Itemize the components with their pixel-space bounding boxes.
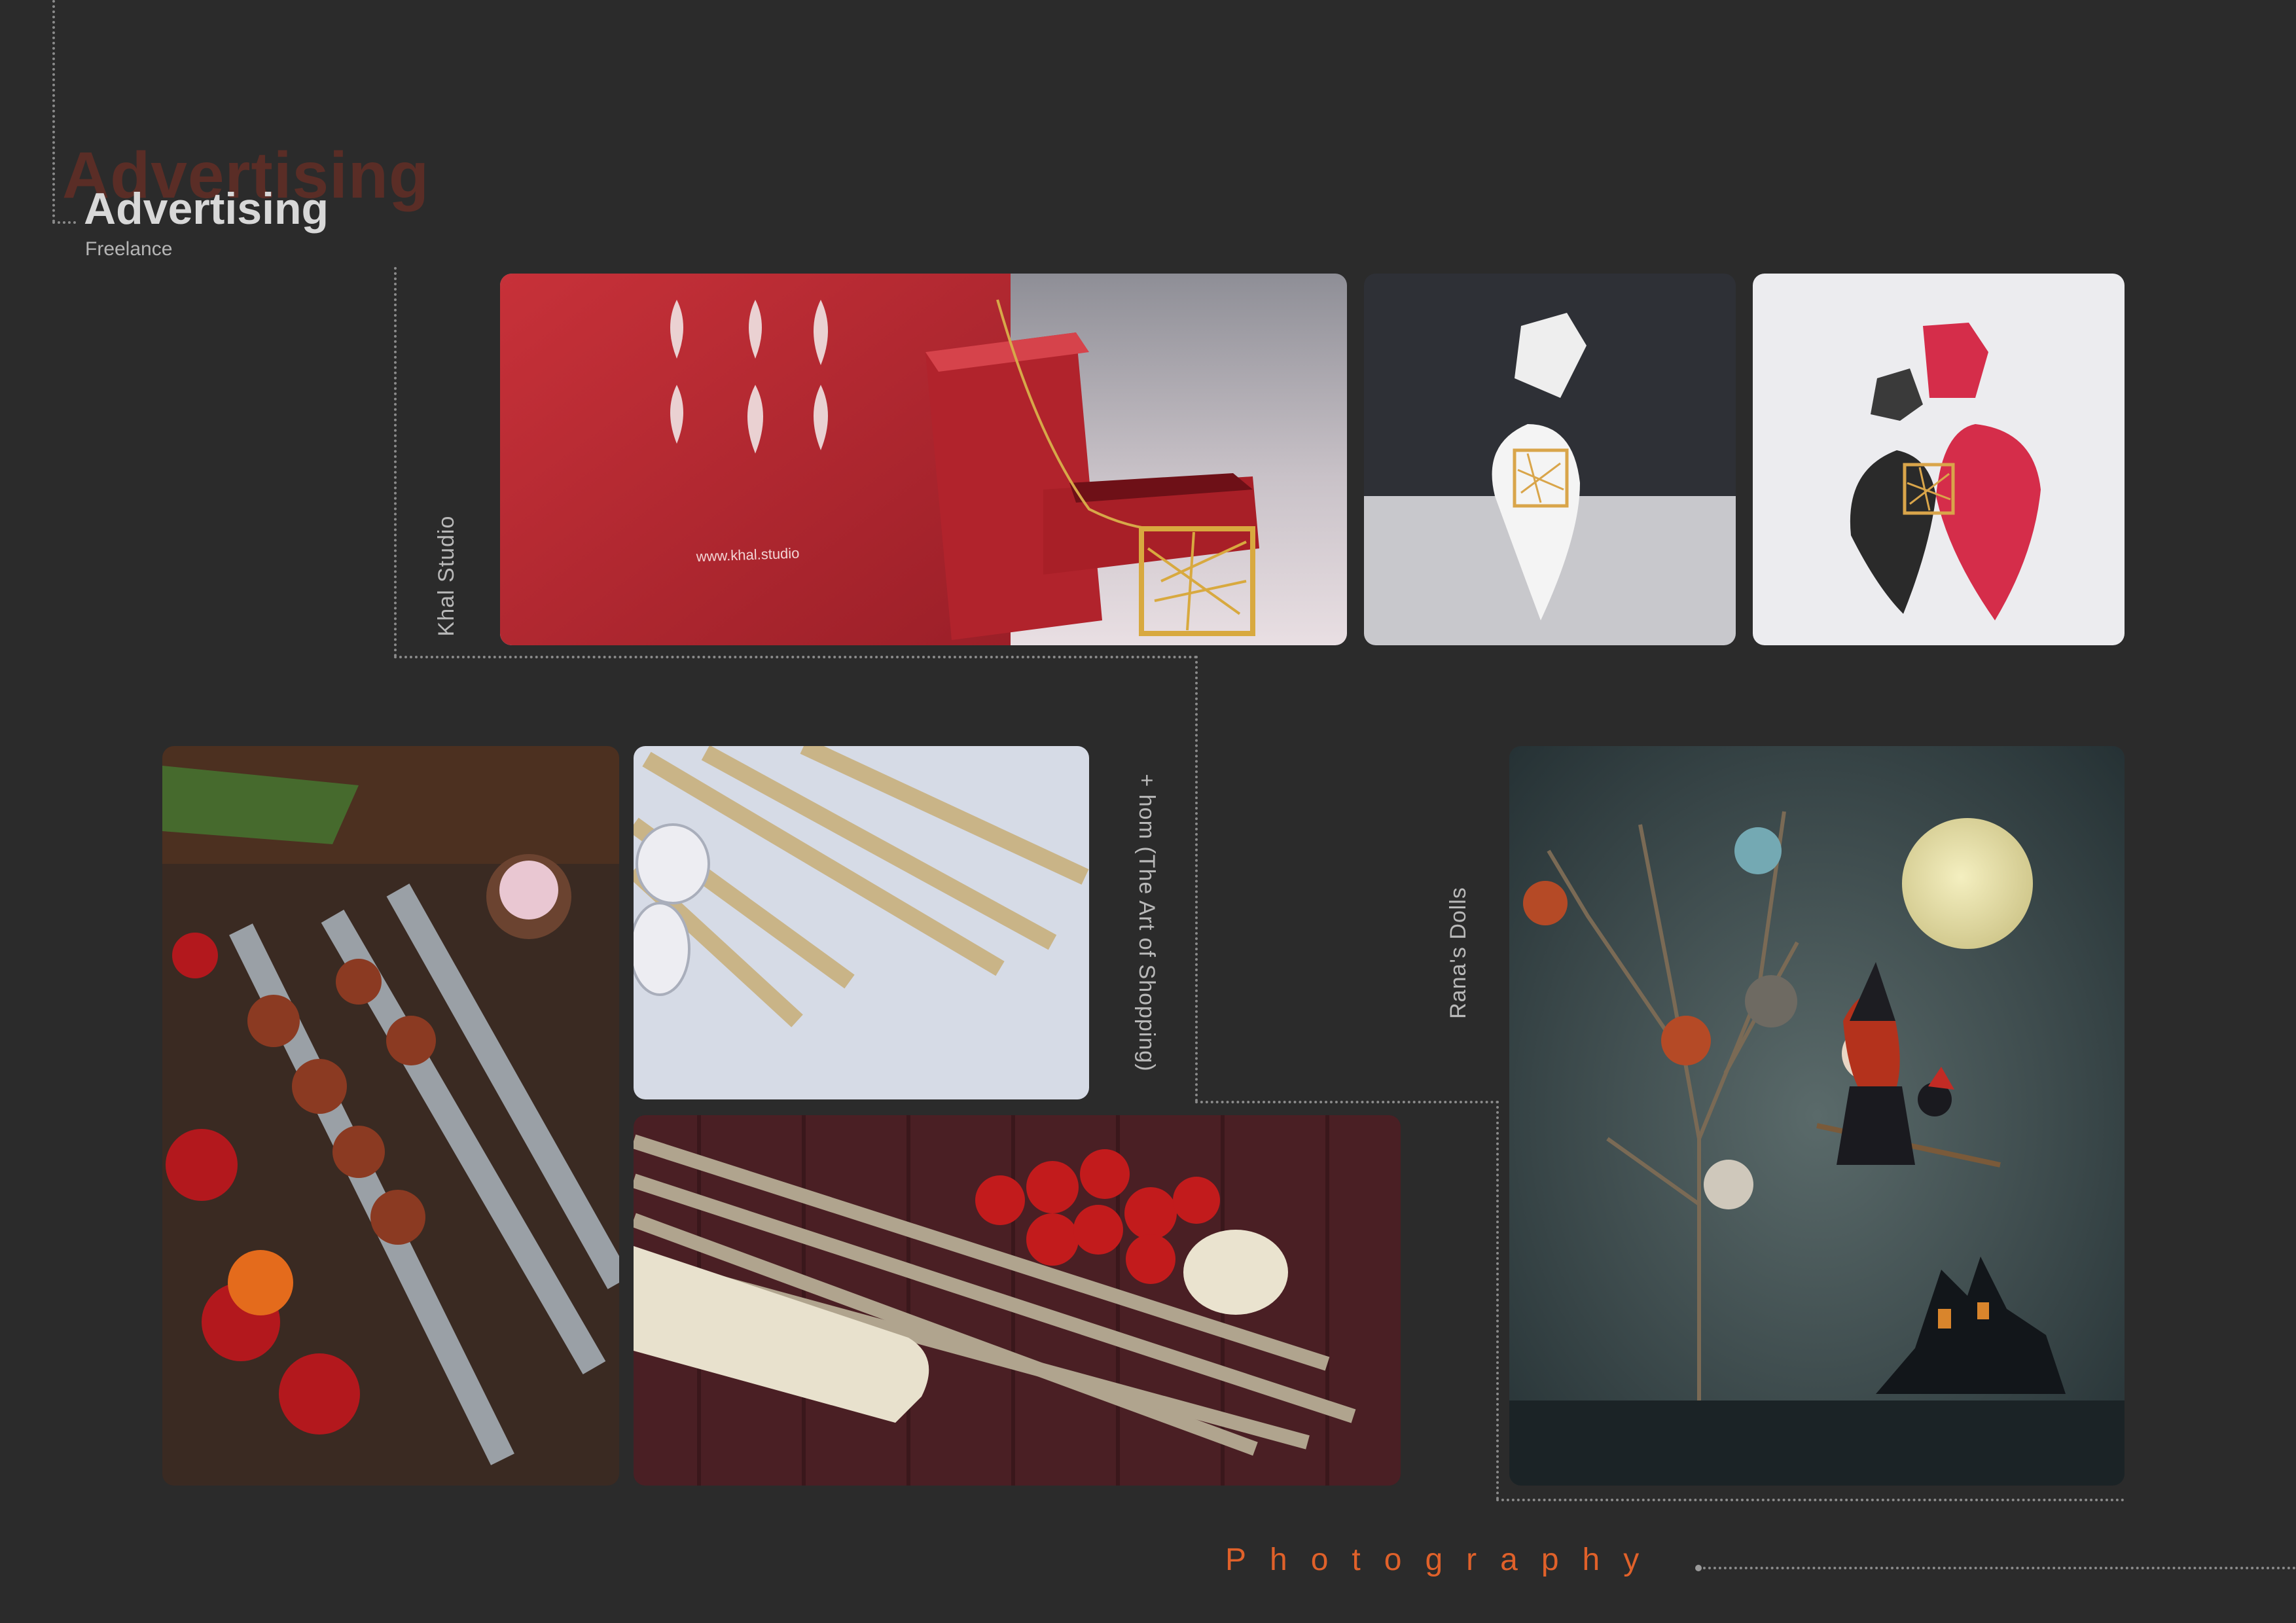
hom-guide-vertical <box>1195 656 1198 1102</box>
footer-line-start-dot <box>1695 1565 1702 1571</box>
khal-guide-horizontal <box>394 656 1198 658</box>
khal-studio-label: Khal Studio <box>434 515 459 637</box>
ranas-dolls-label: Rana's Dolls <box>1446 887 1471 1019</box>
khal-guide-vertical <box>394 267 397 657</box>
photo-khal-colored-shapes[interactable] <box>1753 274 2125 645</box>
rana-guide-bottom <box>1496 1499 2125 1501</box>
hom-guide-horizontal <box>1195 1101 1499 1103</box>
hom-label: + hom (The Art of Shopping) <box>1134 774 1159 1072</box>
photo-khal-red-box[interactable]: www.khal.studio <box>500 274 1347 645</box>
footer-title: Photography <box>1225 1543 1663 1577</box>
top-left-guide-line <box>52 0 55 223</box>
photo-hom-skewers-top[interactable] <box>634 746 1089 1099</box>
photo-hom-kebab-spread[interactable] <box>162 746 619 1486</box>
top-left-guide-tick <box>52 221 76 224</box>
photo-hom-skewers-tomatoes[interactable] <box>634 1115 1401 1486</box>
photo-ranas-dolls-witch[interactable] <box>1509 746 2125 1486</box>
page-title: Advertising <box>84 184 329 234</box>
page-subtitle: Freelance <box>85 238 173 260</box>
footer-guide-line <box>1703 1567 2296 1569</box>
rana-guide-vertical <box>1496 1101 1499 1500</box>
photo-khal-white-shape[interactable] <box>1364 274 1736 645</box>
